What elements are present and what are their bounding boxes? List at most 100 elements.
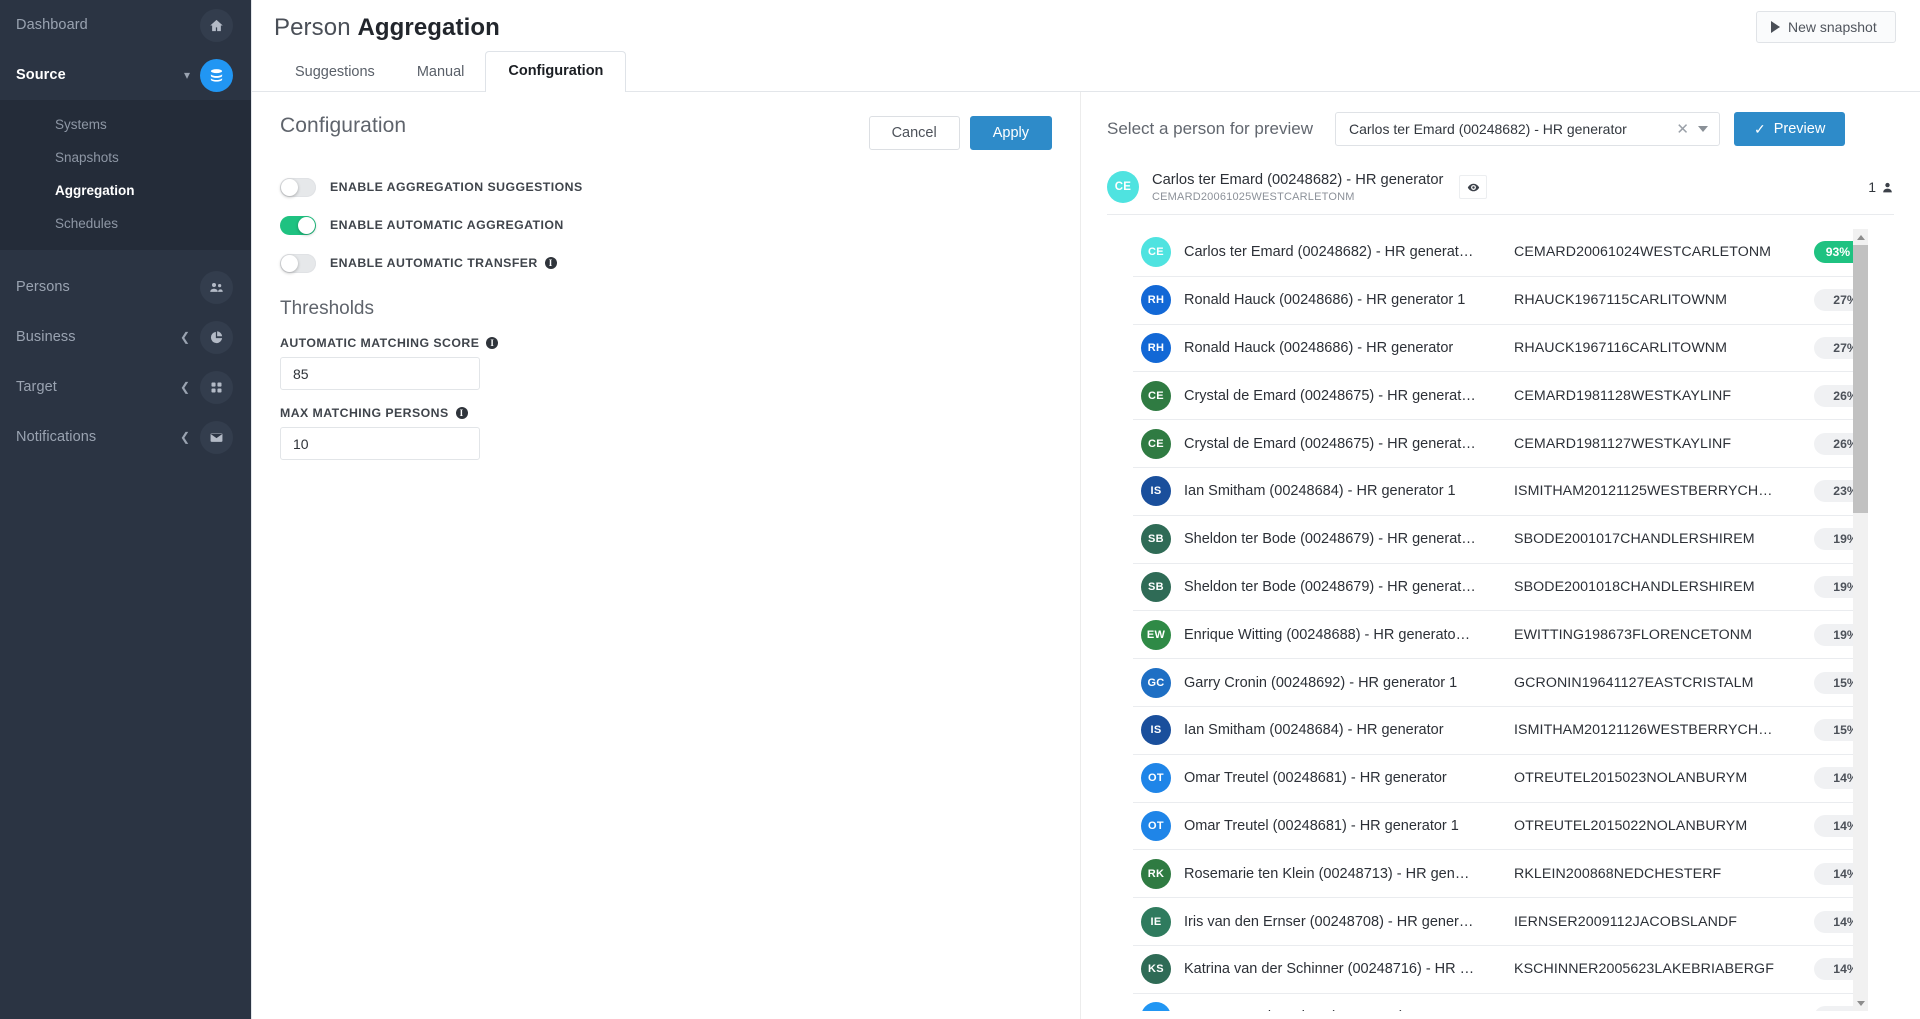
avatar-initials: SB	[1148, 533, 1164, 546]
tab-suggestions[interactable]: Suggestions	[274, 52, 396, 92]
scroll-down-button[interactable]	[1853, 995, 1868, 1011]
table-row[interactable]: GC Garry Cronin (00248692) - HR generator…	[1133, 659, 1853, 707]
sidebar-item-label: Schedules	[55, 216, 119, 231]
table-row[interactable]: SB Sheldon ter Bode (00248679) - HR gener…	[1133, 515, 1853, 564]
table-row[interactable]: SB Sheldon ter Bode (00248679) - HR gener…	[1133, 563, 1853, 612]
person-key: RKLEIN200868NEDCHESTERF	[1514, 865, 1722, 882]
chevron-down-icon	[1698, 126, 1708, 132]
avatar-initials: RH	[1147, 294, 1165, 307]
person-name: Rosemarie ten Klein (00248713) - HR gen…	[1184, 865, 1470, 882]
apply-label: Apply	[992, 125, 1029, 141]
table-row[interactable]: OT Omar Treutel (00248681) - HR generator…	[1133, 802, 1853, 851]
table-row[interactable]: RH Ronald Hauck (00248686) - HR generator…	[1133, 324, 1853, 373]
score-badge: 15%	[1814, 671, 1853, 694]
new-snapshot-label: New snapshot	[1788, 19, 1877, 35]
table-row[interactable]: IS Ian Smitham (00248684) - HR generator …	[1133, 467, 1853, 516]
scrollbar[interactable]	[1853, 229, 1868, 1011]
score-value: 14%	[1833, 914, 1853, 929]
enable-automatic-aggregation-switch[interactable]	[280, 215, 316, 235]
avatar: GC	[1141, 667, 1171, 698]
apply-button[interactable]: Apply	[969, 116, 1052, 150]
table-row[interactable]: EW Enrique Witting (00248688) - HR genera…	[1133, 611, 1853, 660]
score-badge: 14%	[1814, 1006, 1853, 1011]
table-row[interactable]: RH Ronald Hauck (00248686) - HR generator…	[1133, 276, 1853, 325]
enable-automatic-aggregation-label: Enable automatic aggregation	[330, 218, 564, 232]
new-snapshot-button[interactable]: New snapshot	[1756, 11, 1896, 43]
sidebar-item-source[interactable]: Source ▾	[0, 50, 251, 100]
person-key: IERNSER2009112JACOBSLANDF	[1514, 913, 1738, 930]
avatar-initials: CE	[1148, 246, 1164, 259]
sidebar-item-business[interactable]: Business ❮	[0, 312, 251, 362]
automatic-matching-score-label: Automatic matching score	[280, 336, 480, 350]
score-badge: 23%	[1814, 480, 1853, 503]
sidebar-item-notifications[interactable]: Notifications ❮	[0, 412, 251, 462]
avatar: CE	[1107, 171, 1139, 204]
person-select[interactable]: Carlos ter Emard (00248682) - HR generat…	[1335, 112, 1720, 146]
preview-button[interactable]: ✓ Preview	[1734, 112, 1846, 146]
person-key: ISMITHAM20121125WESTBERRYCH…	[1514, 483, 1773, 500]
tab-configuration[interactable]: Configuration	[485, 51, 627, 92]
sidebar-item-dashboard[interactable]: Dashboard	[0, 0, 251, 50]
close-icon[interactable]: ✕	[1667, 120, 1698, 138]
sidebar-item-aggregation[interactable]: Aggregation	[0, 174, 251, 207]
sidebar-submenu-source: Systems Snapshots Aggregation Schedules	[0, 100, 251, 250]
chevron-up-icon	[1856, 234, 1865, 240]
person-name: Sheldon ter Bode (00248679) - HR generat…	[1184, 531, 1476, 548]
sidebar-item-snapshots[interactable]: Snapshots	[0, 141, 251, 174]
max-matching-persons-input[interactable]	[280, 427, 480, 460]
enable-automatic-transfer-label: Enable automatic transfer	[330, 256, 538, 270]
person-name: Sheldon ter Bode (00248679) - HR generat…	[1184, 578, 1476, 595]
info-icon[interactable]: i	[544, 257, 557, 269]
enable-aggregation-suggestions-switch[interactable]	[280, 177, 316, 197]
top-bar: Person Aggregation New snapshot Suggesti…	[252, 0, 1920, 92]
sidebar-item-target[interactable]: Target ❮	[0, 362, 251, 412]
avatar-initials: RH	[1147, 341, 1165, 354]
table-row[interactable]: KS Katrina van der Schinner (00248716) - …	[1133, 945, 1853, 994]
toggle-row-automatic-aggregation: Enable automatic aggregation	[280, 212, 1052, 238]
avatar-initials: IS	[1150, 485, 1162, 498]
app-root: Dashboard Source ▾ Systems Snapshots Agg…	[0, 0, 1920, 1019]
table-row[interactable]: IS Ian Smitham (00248684) - HR generator I…	[1133, 706, 1853, 755]
sidebar-item-schedules[interactable]: Schedules	[0, 207, 251, 240]
tab-manual[interactable]: Manual	[396, 52, 486, 92]
person-key: SBODE2001018CHANDLERSHIREM	[1514, 578, 1755, 595]
person-name: Jeremy van de Rohan (00248671) - HR ge…	[1184, 1009, 1514, 1011]
person-name: Omar Treutel (00248681) - HR generator	[1184, 770, 1447, 787]
table-row[interactable]: CE Crystal de Emard (00248675) - HR gener…	[1133, 420, 1853, 468]
table-row[interactable]: RK Rosemarie ten Klein (00248713) - HR ge…	[1133, 850, 1853, 899]
chevron-down-icon	[1856, 1000, 1865, 1006]
sidebar-item-label: Target	[16, 379, 57, 395]
avatar: IS	[1141, 715, 1171, 746]
avatar-initials: GC	[1147, 676, 1165, 689]
person-key: CEMARD1981128WESTKAYLINF	[1514, 387, 1732, 404]
avatar: RH	[1141, 332, 1171, 363]
table-row[interactable]: OT Omar Treutel (00248681) - HR generator…	[1133, 754, 1853, 803]
table-row[interactable]: IE Iris van den Ernser (00248708) - HR ge…	[1133, 898, 1853, 946]
avatar-initials: EW	[1146, 628, 1166, 641]
info-icon[interactable]: i	[455, 407, 468, 419]
table-row[interactable]: CE Carlos ter Emard (00248682) - HR gener…	[1133, 229, 1853, 277]
scroll-up-button[interactable]	[1853, 229, 1868, 245]
score-value: 14%	[1833, 866, 1853, 881]
person-key: RHAUCK1967116CARLITOWNM	[1514, 339, 1728, 356]
sidebar-item-systems[interactable]: Systems	[0, 108, 251, 141]
score-badge: 26%	[1814, 384, 1853, 407]
thresholds-title: Thresholds	[280, 298, 374, 319]
view-details-button[interactable]	[1459, 175, 1488, 200]
select-person-label: Select a person for preview	[1107, 119, 1313, 138]
table-row[interactable]: CE Crystal de Emard (00248675) - HR gener…	[1133, 372, 1853, 421]
enable-automatic-transfer-switch[interactable]	[280, 253, 316, 273]
cancel-button[interactable]: Cancel	[868, 116, 960, 150]
person-key: RHAUCK1967115CARLITOWNM	[1514, 292, 1728, 309]
scrollbar-track[interactable]	[1853, 245, 1868, 995]
avatar: CE	[1141, 380, 1171, 411]
score-value: 14%	[1833, 818, 1853, 833]
home-icon	[200, 8, 233, 42]
sidebar-item-persons[interactable]: Persons	[0, 262, 251, 312]
info-icon[interactable]: i	[486, 337, 499, 349]
scrollbar-thumb[interactable]	[1853, 245, 1868, 513]
table-row[interactable]: JR Jeremy van de Rohan (00248671) - HR ge…	[1133, 993, 1853, 1011]
automatic-matching-score-input[interactable]	[280, 357, 480, 390]
score-badge: 19%	[1814, 528, 1853, 551]
avatar-initials: CE	[1148, 437, 1164, 450]
